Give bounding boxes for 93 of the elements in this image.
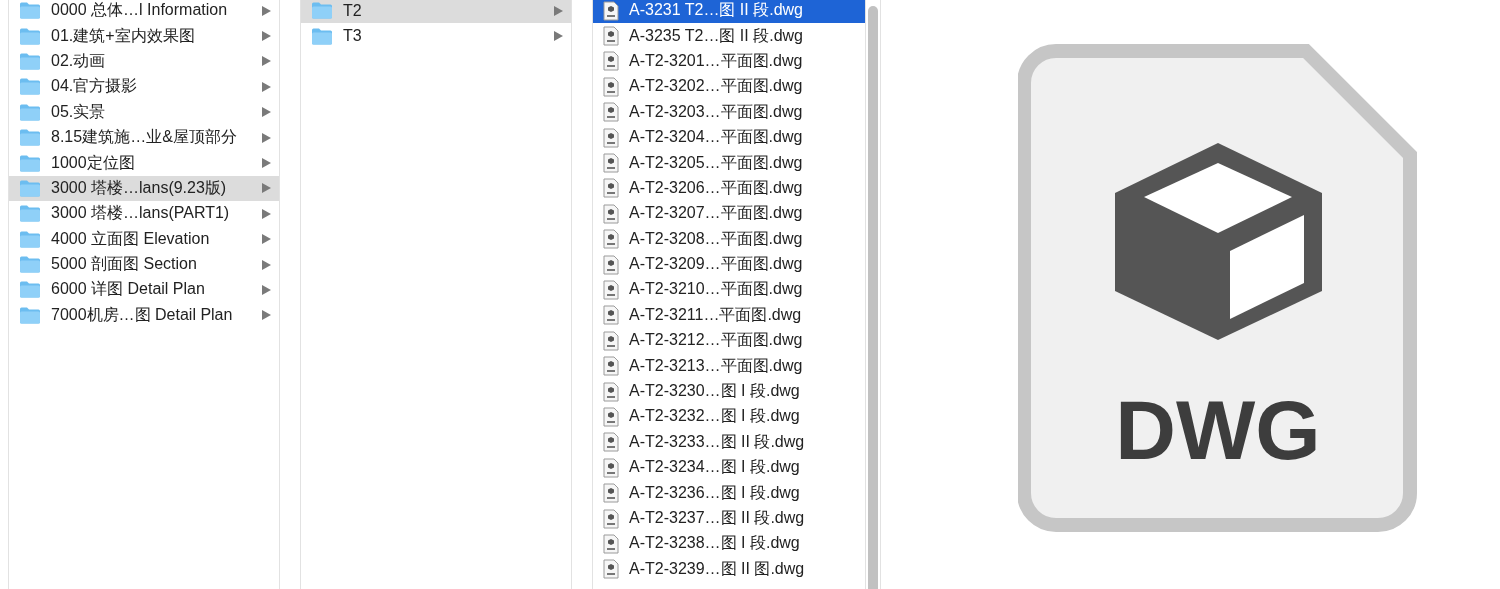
disclosure-arrow-icon[interactable] [262, 310, 271, 321]
file-item[interactable]: A-T2-3236…图 I 段.dwg [593, 480, 865, 506]
folder-icon [19, 78, 41, 96]
folder-item[interactable]: 1000定位图 [9, 150, 279, 176]
file-item[interactable]: A-T2-3239…图 II 图.dwg [593, 556, 865, 582]
disclosure-arrow-icon[interactable] [262, 183, 271, 194]
file-item[interactable]: A-T2-3210…平面图.dwg [593, 277, 865, 303]
document-icon [603, 229, 619, 250]
folder-item[interactable]: 04.官方摄影 [9, 74, 279, 100]
file-item[interactable]: A-T2-3230…图 I 段.dwg [593, 378, 865, 405]
document-icon [603, 381, 619, 402]
folder-icon [19, 256, 41, 274]
folder-item[interactable]: 01.建筑+室内效果图 [9, 23, 279, 49]
document-icon [603, 483, 619, 504]
folder-item[interactable]: 6000 详图 Detail Plan [9, 277, 279, 303]
document-icon [603, 51, 619, 72]
disclosure-arrow-icon[interactable] [262, 259, 271, 270]
document-icon [603, 127, 619, 148]
disclosure-arrow-icon[interactable] [262, 31, 271, 42]
file-item[interactable]: A-T2-3234…图 I 段.dwg [593, 455, 865, 481]
document-icon [603, 508, 619, 529]
document-icon [603, 406, 619, 427]
document-icon [603, 203, 619, 224]
document-icon [603, 305, 619, 326]
folder-icon [19, 129, 41, 147]
document-icon [603, 559, 619, 580]
file-item[interactable]: A-T2-3204…平面图.dwg [593, 124, 865, 151]
file-item[interactable]: A-T2-3201…平面图.dwg [593, 48, 865, 75]
disclosure-arrow-icon[interactable] [262, 107, 271, 118]
file-item[interactable]: A-T2-3206…平面图.dwg [593, 175, 865, 202]
document-icon [603, 0, 619, 21]
folder-icon [19, 179, 41, 197]
disclosure-arrow-icon[interactable] [554, 31, 563, 42]
document-icon [603, 457, 619, 478]
file-item[interactable]: A-T2-3207…平面图.dwg [593, 201, 865, 227]
folder-icon [311, 2, 333, 20]
disclosure-arrow-icon[interactable] [262, 285, 271, 295]
disclosure-arrow-icon[interactable] [262, 132, 271, 143]
folder-item[interactable]: 5000 剖面图 Section [9, 251, 279, 278]
folder-icon [19, 52, 41, 70]
folder-item[interactable]: 02.动画 [9, 48, 279, 75]
document-icon [603, 178, 619, 199]
folder-icon [311, 27, 333, 45]
folder-icon [19, 27, 41, 45]
document-icon [603, 254, 619, 275]
folder-icon [19, 205, 41, 223]
file-type-label: DWG [1114, 382, 1322, 479]
folder-item[interactable]: 3000 塔楼…lans(PART1) [9, 201, 279, 227]
folder-icon [19, 154, 41, 172]
folder-item[interactable]: 05.实景 [9, 99, 279, 125]
file-item[interactable]: A-T2-3213…平面图.dwg [593, 353, 865, 379]
file-item[interactable]: A-T2-3211…平面图.dwg [593, 302, 865, 329]
file-item[interactable]: A-T2-3202…平面图.dwg [593, 74, 865, 100]
document-icon [603, 153, 619, 174]
file-item[interactable]: A-T2-3238…图 I 段.dwg [593, 531, 865, 557]
file-item[interactable]: A-T2-3233…图 II 段.dwg [593, 429, 865, 456]
folder-icon [19, 230, 41, 248]
folder-item[interactable]: 3000 塔楼…lans(9.23版) [9, 175, 279, 202]
document-icon [603, 330, 619, 351]
folder-item[interactable]: 7000机房…图 Detail Plan [9, 302, 279, 329]
disclosure-arrow-icon[interactable] [262, 81, 271, 92]
document-icon [603, 26, 619, 47]
file-item[interactable]: A-T2-3212…平面图.dwg [593, 328, 865, 354]
file-item[interactable]: A-T2-3209…平面图.dwg [593, 251, 865, 278]
disclosure-arrow-icon[interactable] [262, 208, 271, 219]
folder-icon [19, 2, 41, 20]
document-icon [603, 432, 619, 453]
disclosure-arrow-icon[interactable] [262, 56, 271, 67]
document-icon [603, 356, 619, 377]
folder-icon [19, 281, 41, 299]
folder-item[interactable]: T2 [301, 0, 571, 24]
file-item[interactable]: A-T2-3232…图 I 段.dwg [593, 404, 865, 430]
document-icon [603, 533, 619, 554]
folder-icon [19, 306, 41, 324]
file-item[interactable]: A-T2-3205…平面图.dwg [593, 150, 865, 176]
folder-item[interactable]: 8.15建筑施…业&屋顶部分 [9, 124, 279, 151]
document-icon [603, 102, 619, 123]
document-icon [603, 280, 619, 300]
file-item[interactable]: A-3235 T2…图 II 段.dwg [593, 23, 865, 49]
file-item[interactable]: A-T2-3237…图 II 段.dwg [593, 505, 865, 532]
folder-item[interactable]: T3 [301, 23, 571, 49]
disclosure-arrow-icon[interactable] [262, 234, 271, 245]
folder-icon [19, 103, 41, 121]
file-item[interactable]: A-T2-3208…平面图.dwg [593, 226, 865, 252]
file-item[interactable]: A-3231 T2…图 II 段.dwg [593, 0, 865, 24]
file-item[interactable]: A-T2-3203…平面图.dwg [593, 99, 865, 125]
folder-item[interactable]: 0000 总体…l Information [9, 0, 279, 24]
disclosure-arrow-icon[interactable] [262, 158, 271, 169]
folder-item[interactable]: 4000 立面图 Elevation [9, 226, 279, 252]
disclosure-arrow-icon[interactable] [262, 5, 271, 16]
disclosure-arrow-icon[interactable] [554, 5, 563, 16]
scrollbar-thumb[interactable] [868, 6, 878, 589]
document-icon [603, 76, 619, 97]
